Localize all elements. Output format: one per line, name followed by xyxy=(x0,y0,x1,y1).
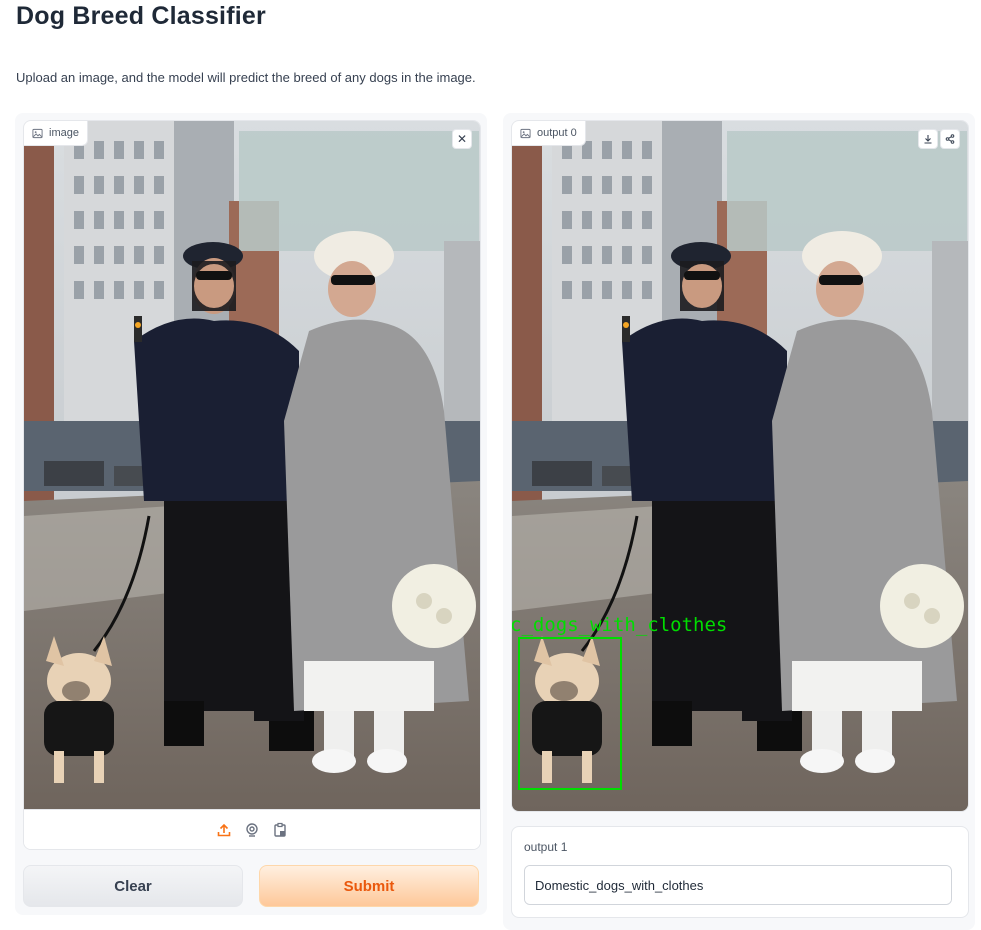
output-text-block: output 1 Domestic_dogs_with_clothes xyxy=(511,826,969,918)
close-icon: ✕ xyxy=(456,132,468,146)
clear-image-button[interactable]: ✕ xyxy=(452,129,472,149)
output-image-label: output 0 xyxy=(512,121,586,146)
webcam-icon[interactable] xyxy=(243,821,261,839)
page-title: Dog Breed Classifier xyxy=(16,2,266,30)
output-panel: c_dogs_with_clothes output 0 output 1 Do… xyxy=(503,113,975,930)
image-icon xyxy=(520,128,531,138)
image-input[interactable]: image ✕ xyxy=(23,120,481,850)
download-icon xyxy=(924,135,932,144)
input-photo xyxy=(24,121,480,809)
image-icon xyxy=(32,128,43,138)
clear-button[interactable]: Clear xyxy=(23,865,243,907)
share-button[interactable] xyxy=(940,129,960,149)
output-photo: c_dogs_with_clothes xyxy=(512,121,968,811)
page-description: Upload an image, and the model will pred… xyxy=(16,70,476,85)
detection-label: c_dogs_with_clothes xyxy=(512,614,727,636)
submit-button[interactable]: Submit xyxy=(259,865,479,907)
image-source-bar xyxy=(24,809,480,849)
share-icon xyxy=(945,134,955,144)
upload-icon[interactable] xyxy=(215,821,233,839)
output-image: c_dogs_with_clothes output 0 xyxy=(511,120,969,812)
image-input-label: image xyxy=(24,121,88,146)
output-image-label-text: output 0 xyxy=(537,127,577,139)
image-input-label-text: image xyxy=(49,127,79,139)
clipboard-icon[interactable] xyxy=(271,821,289,839)
download-button[interactable] xyxy=(918,129,938,149)
output-textbox[interactable]: Domestic_dogs_with_clothes xyxy=(524,865,952,905)
output-text-label: output 1 xyxy=(524,840,568,854)
input-panel: image ✕ Clear Submit xyxy=(15,113,487,915)
